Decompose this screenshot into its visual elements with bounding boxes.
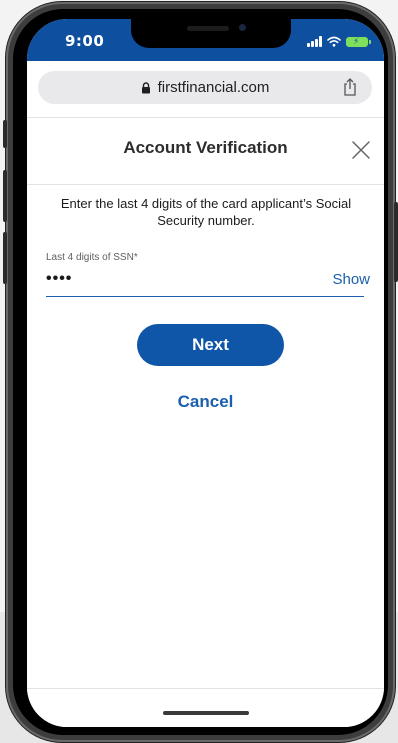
show-ssn-toggle[interactable]: Show: [332, 271, 370, 288]
url-text: firstfinancial.com: [157, 79, 270, 96]
home-indicator[interactable]: [163, 711, 249, 715]
status-bar: 9:00 ⚡: [27, 19, 384, 61]
stage: 9:00 ⚡ firstfinancial.com Account Verifi…: [0, 0, 398, 743]
notch: [131, 19, 291, 48]
next-button[interactable]: Next: [137, 324, 284, 366]
front-camera: [239, 24, 246, 31]
bottom-bar: [27, 688, 384, 727]
power-button: [394, 202, 398, 282]
url-field[interactable]: firstfinancial.com: [38, 71, 372, 104]
phone-screen: 9:00 ⚡ firstfinancial.com Account Verifi…: [27, 19, 384, 727]
mute-switch: [3, 120, 7, 148]
cellular-signal-icon: [307, 36, 322, 47]
modal-title: Account Verification: [123, 138, 288, 157]
browser-address-bar: firstfinancial.com: [27, 61, 384, 118]
share-icon[interactable]: [342, 78, 358, 96]
wifi-icon: [327, 36, 341, 47]
ssn-field-underline: [46, 296, 364, 297]
speaker-grille: [187, 26, 229, 31]
close-icon[interactable]: [350, 139, 372, 161]
ssn-field-label: Last 4 digits of SSN*: [46, 252, 138, 263]
phone-frame: 9:00 ⚡ firstfinancial.com Account Verifi…: [3, 2, 398, 742]
ssn-input[interactable]: [46, 267, 316, 291]
status-time: 9:00: [65, 32, 105, 50]
volume-down-button: [3, 232, 7, 284]
charging-bolt-icon: ⚡: [353, 37, 360, 47]
instruction-text: Enter the last 4 digits of the card appl…: [60, 196, 352, 228]
battery-charging-icon: ⚡: [346, 37, 371, 47]
status-icons: ⚡: [307, 33, 371, 47]
modal-header: Account Verification: [27, 118, 384, 185]
volume-up-button: [3, 170, 7, 222]
cancel-link[interactable]: Cancel: [27, 392, 384, 412]
lock-icon: [141, 82, 150, 94]
